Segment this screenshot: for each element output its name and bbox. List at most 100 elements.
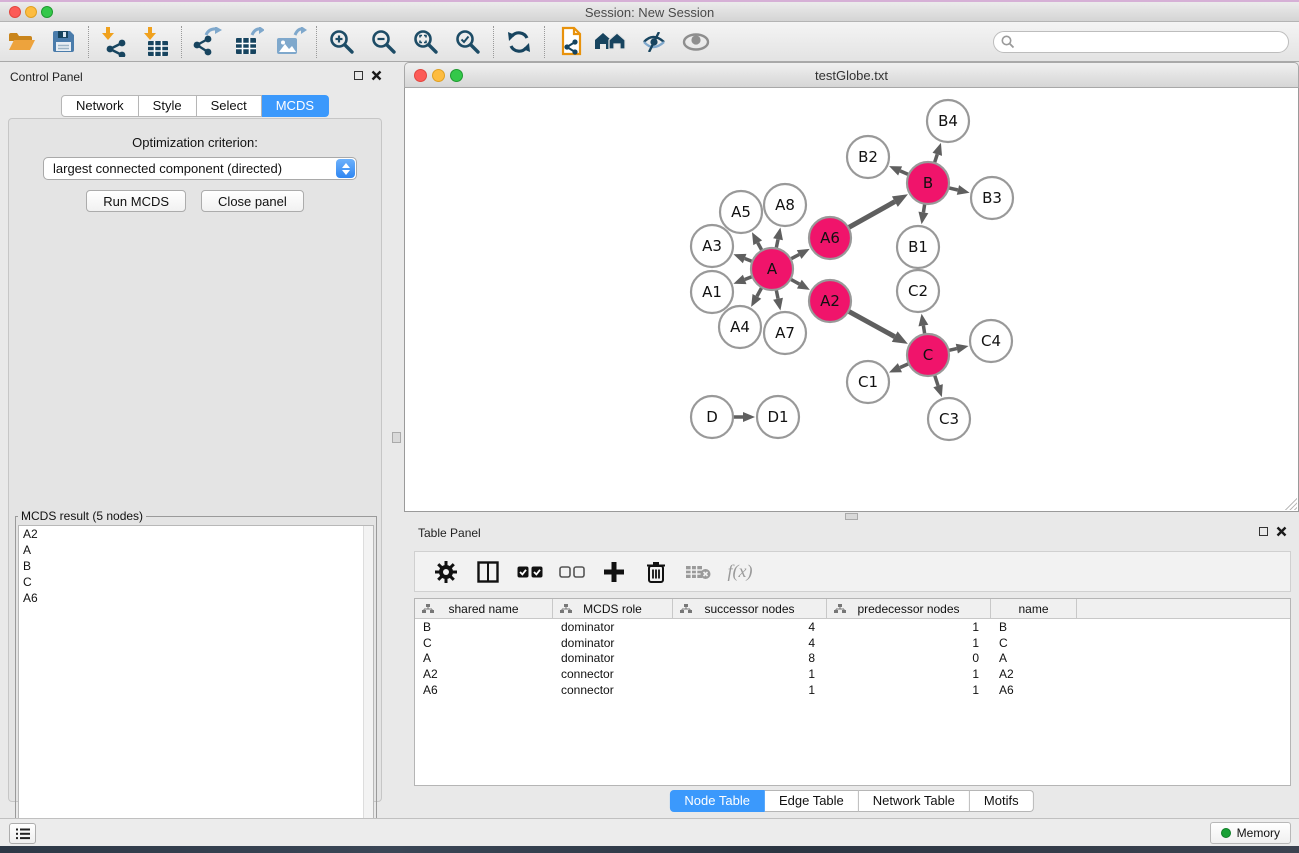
cell-name[interactable]: C [991,636,1077,650]
zoom-in-icon[interactable] [321,25,363,59]
zoom-fit-icon[interactable] [405,25,447,59]
column-header-shared-name[interactable]: shared name [415,599,553,618]
refresh-layout-icon[interactable] [498,25,540,59]
graph-edge-A-A1[interactable] [745,277,753,280]
graph-edge-A-A7[interactable] [776,290,778,299]
optimization-criterion-dropdown[interactable]: largest connected component (directed) [43,157,357,180]
vertical-split-handle[interactable] [392,432,401,443]
search-input[interactable] [993,31,1289,53]
cell-shared-name[interactable]: B [415,620,553,634]
mcds-result-list[interactable]: A2 A B C A6 [18,525,374,843]
column-header-mcds-role[interactable]: MCDS role [553,599,673,618]
tab-mcds[interactable]: MCDS [262,95,329,117]
network-canvas[interactable]: B4B2BB3A8A5A6A3B1AA1C2A2A4A7C4CC1DD1C3 [404,88,1299,512]
cell-mcds-role[interactable]: connector [553,683,673,697]
column-header-name[interactable]: name [991,599,1077,618]
cell-predecessor-nodes[interactable]: 1 [827,667,991,681]
float-panel-icon[interactable] [354,71,363,80]
result-item[interactable]: B [19,558,373,574]
clone-network-icon[interactable] [549,25,591,59]
graph-edge-A2-C[interactable] [848,311,894,337]
cell-mcds-role[interactable]: dominator [553,651,673,665]
task-history-button[interactable] [9,823,36,844]
cell-mcds-role[interactable]: connector [553,667,673,681]
network-graph[interactable]: B4B2BB3A8A5A6A3B1AA1C2A2A4A7C4CC1DD1C3 [405,88,1298,510]
cell-mcds-role[interactable]: dominator [553,636,673,650]
tab-network[interactable]: Network [61,95,139,117]
result-item[interactable]: C [19,574,373,590]
table-row[interactable]: A6 connector 1 1 A6 [415,682,1290,698]
close-panel-button[interactable]: Close panel [201,190,304,212]
column-header-predecessor-nodes[interactable]: predecessor nodes [827,599,991,618]
tab-network-table[interactable]: Network Table [859,790,970,812]
graph-edge-C-C4[interactable] [948,349,956,351]
cell-successor-nodes[interactable]: 1 [673,683,827,697]
result-item[interactable]: A6 [19,590,373,606]
select-all-columns-icon[interactable] [511,556,549,588]
import-table-icon[interactable] [135,25,177,59]
tab-style[interactable]: Style [139,95,197,117]
add-column-icon[interactable] [595,556,633,588]
cell-successor-nodes[interactable]: 1 [673,667,827,681]
result-list-scrollbar[interactable] [363,526,373,842]
run-mcds-button[interactable]: Run MCDS [86,190,186,212]
zoom-out-icon[interactable] [363,25,405,59]
function-builder-icon[interactable]: f(x) [721,556,759,588]
export-image-icon[interactable] [270,25,312,59]
cell-name[interactable]: A [991,651,1077,665]
tab-select[interactable]: Select [197,95,262,117]
graph-edge-A6-B[interactable] [848,202,895,228]
graph-edge-A-A4[interactable] [757,287,762,296]
cell-shared-name[interactable]: A6 [415,683,553,697]
cell-shared-name[interactable]: A2 [415,667,553,681]
delete-column-icon[interactable] [637,556,675,588]
result-item[interactable]: A2 [19,526,373,542]
graph-edge-A-A3[interactable] [745,259,753,262]
table-row[interactable]: A2 connector 1 1 A2 [415,666,1290,682]
graph-edge-C-C3[interactable] [935,375,939,386]
graph-edge-A-A2[interactable] [790,279,799,284]
float-panel-icon[interactable] [1259,527,1268,536]
table-row[interactable]: C dominator 4 1 C [415,635,1290,651]
settings-gear-icon[interactable] [427,556,465,588]
show-all-icon[interactable] [675,25,717,59]
graph-edge-B-B3[interactable] [948,188,957,190]
tab-edge-table[interactable]: Edge Table [765,790,859,812]
cell-successor-nodes[interactable]: 8 [673,651,827,665]
table-row[interactable]: A dominator 8 0 A [415,651,1290,667]
graph-edge-A-A6[interactable] [791,254,800,259]
tab-node-table[interactable]: Node Table [669,790,765,812]
home-view-icon[interactable] [591,25,633,59]
window-resize-grip[interactable] [1284,497,1297,510]
memory-button[interactable]: Memory [1210,822,1291,844]
close-panel-icon[interactable] [371,70,382,81]
column-header-successor-nodes[interactable]: successor nodes [673,599,827,618]
zoom-selected-icon[interactable] [447,25,489,59]
node-table[interactable]: shared name MCDS role [414,598,1291,786]
graph-edge-A-A5[interactable] [758,243,762,251]
cell-name[interactable]: A6 [991,683,1077,697]
cell-successor-nodes[interactable]: 4 [673,620,827,634]
export-table-icon[interactable] [228,25,270,59]
cell-name[interactable]: B [991,620,1077,634]
cell-shared-name[interactable]: C [415,636,553,650]
graph-edge-B-B2[interactable] [900,171,909,175]
cell-successor-nodes[interactable]: 4 [673,636,827,650]
split-columns-icon[interactable] [469,556,507,588]
result-item[interactable]: A [19,542,373,558]
horizontal-split-handle[interactable] [845,513,858,520]
open-file-icon[interactable] [0,25,42,59]
save-session-icon[interactable] [42,25,84,59]
cell-predecessor-nodes[interactable]: 1 [827,683,991,697]
close-panel-icon[interactable] [1276,526,1287,537]
graph-edge-A-A8[interactable] [776,239,778,248]
cell-predecessor-nodes[interactable]: 1 [827,620,991,634]
cell-predecessor-nodes[interactable]: 1 [827,636,991,650]
deselect-all-columns-icon[interactable] [553,556,591,588]
cell-predecessor-nodes[interactable]: 0 [827,651,991,665]
cell-mcds-role[interactable]: dominator [553,620,673,634]
graph-edge-C-C2[interactable] [923,326,924,335]
export-network-icon[interactable] [186,25,228,59]
table-row[interactable]: B dominator 4 1 B [415,619,1290,635]
hide-selected-icon[interactable] [633,25,675,59]
